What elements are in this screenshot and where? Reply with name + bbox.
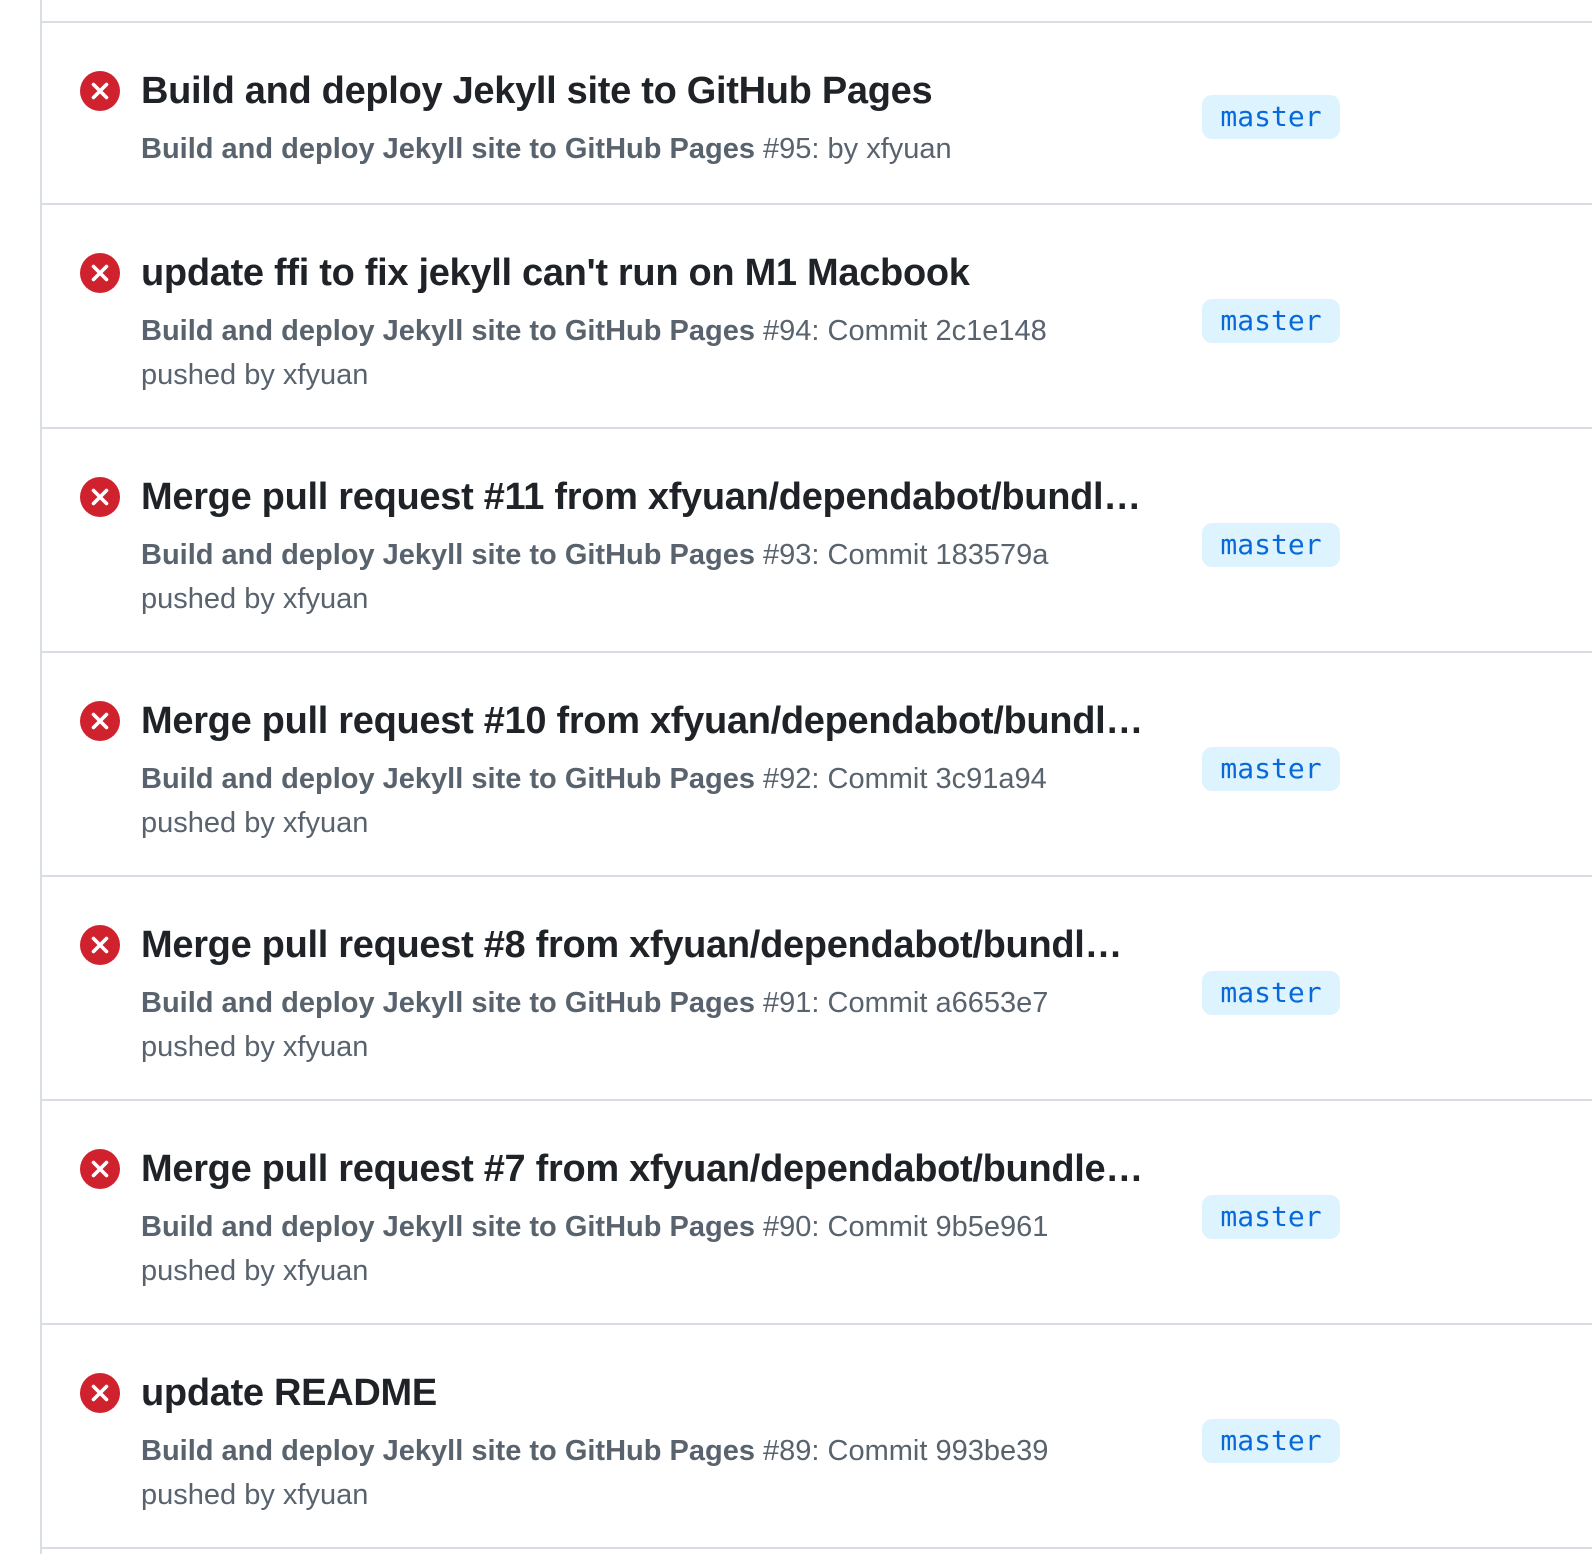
run-pusher: pushed by xfyuan [141,1255,369,1287]
run-meta: Build and deploy Jekyll site to GitHub P… [141,981,1141,1069]
branch-badge[interactable]: master [1202,95,1340,139]
workflow-run-list: Build and deploy Jekyll site to GitHub P… [42,23,1592,1549]
workflow-name: Build and deploy Jekyll site to GitHub P… [141,539,755,571]
run-detail: #90: Commit 9b5e961 [754,1211,1049,1243]
workflow-run-row[interactable]: update README Build and deploy Jekyll si… [42,1325,1592,1549]
run-detail: #93: Commit 183579a [754,539,1049,571]
failure-x-circle-icon [80,477,120,517]
workflow-name: Build and deploy Jekyll site to GitHub P… [141,1435,755,1467]
run-title-link[interactable]: Merge pull request #8 from xfyuan/depend… [141,921,1171,969]
workflow-runs-page: Build and deploy Jekyll site to GitHub P… [0,0,1592,1554]
workflow-run-row[interactable]: Merge pull request #10 from xfyuan/depen… [42,653,1592,877]
run-meta: Build and deploy Jekyll site to GitHub P… [141,1429,1141,1517]
run-pusher: pushed by xfyuan [141,1479,369,1511]
workflow-run-row[interactable]: Merge pull request #8 from xfyuan/depend… [42,877,1592,1101]
workflow-name: Build and deploy Jekyll site to GitHub P… [141,315,755,347]
workflow-name: Build and deploy Jekyll site to GitHub P… [141,763,755,795]
run-pusher: pushed by xfyuan [141,807,369,839]
run-detail: #91: Commit a6653e7 [754,987,1049,1019]
branch-badge[interactable]: master [1202,747,1340,791]
workflow-name: Build and deploy Jekyll site to GitHub P… [141,133,755,165]
run-meta: Build and deploy Jekyll site to GitHub P… [141,533,1141,621]
run-meta: Build and deploy Jekyll site to GitHub P… [141,127,1141,171]
failure-x-circle-icon [80,701,120,741]
run-title-link[interactable]: update README [141,1369,1171,1417]
branch-badge[interactable]: master [1202,299,1340,343]
failure-x-circle-icon [80,925,120,965]
run-meta: Build and deploy Jekyll site to GitHub P… [141,1205,1141,1293]
run-title-link[interactable]: Merge pull request #10 from xfyuan/depen… [141,697,1171,745]
workflow-run-row[interactable]: Build and deploy Jekyll site to GitHub P… [42,23,1592,205]
run-meta: Build and deploy Jekyll site to GitHub P… [141,757,1141,845]
run-detail: #94: Commit 2c1e148 [754,315,1047,347]
run-pusher: pushed by xfyuan [141,1031,369,1063]
run-detail: #89: Commit 993be39 [754,1435,1049,1467]
run-pusher: pushed by xfyuan [141,359,369,391]
failure-x-circle-icon [80,1149,120,1189]
run-title-link[interactable]: Merge pull request #7 from xfyuan/depend… [141,1145,1171,1193]
branch-badge[interactable]: master [1202,1419,1340,1463]
workflow-name: Build and deploy Jekyll site to GitHub P… [141,1211,755,1243]
run-pusher: pushed by xfyuan [141,583,369,615]
run-meta: Build and deploy Jekyll site to GitHub P… [141,309,1141,397]
run-detail: #92: Commit 3c91a94 [754,763,1047,795]
failure-x-circle-icon [80,71,120,111]
workflow-run-row[interactable]: Merge pull request #11 from xfyuan/depen… [42,429,1592,653]
branch-badge[interactable]: master [1202,1195,1340,1239]
run-title-link[interactable]: Merge pull request #11 from xfyuan/depen… [141,473,1171,521]
branch-badge[interactable]: master [1202,971,1340,1015]
branch-badge[interactable]: master [1202,523,1340,567]
workflow-run-row[interactable]: update ffi to fix jekyll can't run on M1… [42,205,1592,429]
run-title-link[interactable]: Build and deploy Jekyll site to GitHub P… [141,67,1171,115]
workflow-name: Build and deploy Jekyll site to GitHub P… [141,987,755,1019]
failure-x-circle-icon [80,1373,120,1413]
run-detail: #95: by xfyuan [754,133,952,165]
workflow-run-row[interactable]: Merge pull request #7 from xfyuan/depend… [42,1101,1592,1325]
failure-x-circle-icon [80,253,120,293]
run-title-link[interactable]: update ffi to fix jekyll can't run on M1… [141,249,1171,297]
